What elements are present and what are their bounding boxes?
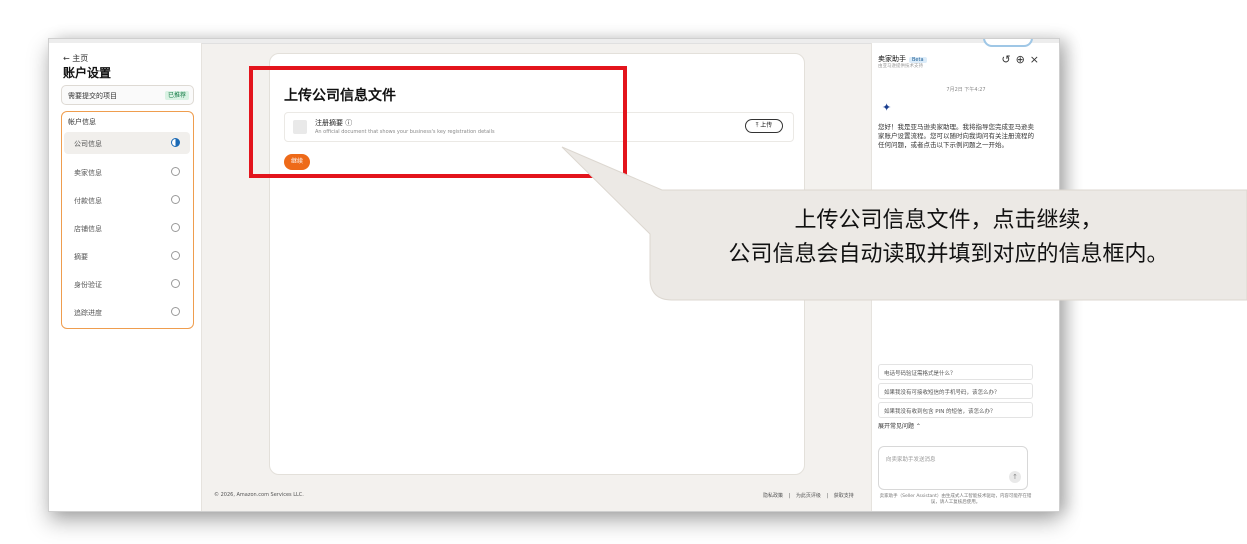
pending-items-label: 需要提交的项目 [68,92,117,100]
upload-title: 上传公司信息文件 [284,88,396,104]
assistant-disclaimer: 卖家助手（Seller Assistant）由生成式人工智能技术驱动，内容可能存… [879,494,1032,505]
document-icon [293,120,307,134]
expand-faq-toggle[interactable]: 展开常见问题 ⌃ [878,421,921,430]
assistant-title-text: 卖家助手 [878,55,906,63]
nav-item-label: 公司信息 [74,140,102,148]
nav-item-label: 身份验证 [74,281,102,289]
progress-empty-icon [171,195,180,204]
footer-separator: | [788,493,791,499]
footer-copyright: © 2026, Amazon.com Services LLC. [214,492,304,498]
send-arrow-icon[interactable]: ↑ [1009,471,1021,483]
page-title: 账户设置 [63,66,112,80]
top-pill-button[interactable] [983,39,1033,47]
assistant-message-input[interactable]: 向卖家助手发送消息 ↑ [878,446,1028,490]
back-to-home-link[interactable]: ← 主页 [63,53,88,64]
privacy-link[interactable]: 隐私政策 [763,493,783,499]
assistant-message: 您好！我是亚马逊卖家助理。我将指导您完成亚马逊卖家账户设置流程。您可以随时向我询… [878,123,1034,149]
continue-button[interactable]: 继续 [284,154,310,170]
nav-item-summary[interactable]: 摘要 [64,245,190,267]
message-timestamp: 7月2日 下午4:27 [946,87,986,93]
account-info-nav: 帐户信息 公司信息 卖家信息 付款信息 店铺信息 摘要 身份验证 追踪进度 [61,111,194,329]
nav-section-heading: 帐户信息 [68,118,96,126]
seller-assistant-panel: 卖家助手 Beta 由亚马逊提供技术支持 ↺⊕× 7月2日 下午4:27 ✦ 您好… [871,43,1059,511]
progress-half-icon [171,138,180,147]
history-icon[interactable]: ↺ [1001,53,1015,66]
nav-item-label: 摘要 [74,253,88,261]
close-icon[interactable]: × [1030,53,1044,66]
upload-button[interactable]: ⤒ 上传 [745,119,783,133]
callout-line-1: 上传公司信息文件，点击继续， [794,208,1103,233]
nav-item-label: 付款信息 [74,197,102,205]
callout-line-2: 公司信息会自动读取并填到对应的信息框内。 [728,242,1169,267]
input-placeholder: 向卖家助手发送消息 [886,457,936,463]
assistant-subtitle: 由亚马逊提供技术支持 [878,64,923,69]
nav-item-label: 卖家信息 [74,169,102,177]
nav-item-track-progress[interactable]: 追踪进度 [64,301,190,323]
rate-page-link[interactable]: 为此页评级 [796,493,821,499]
assistant-header-icons: ↺⊕× [1001,53,1044,66]
progress-empty-icon [171,223,180,232]
pending-items-box[interactable]: 需要提交的项目 已推荐 [61,85,194,105]
progress-empty-icon [171,167,180,176]
footer-separator: | [826,493,829,499]
left-sidebar: ← 主页 账户设置 需要提交的项目 已推荐 帐户信息 公司信息 卖家信息 付款信… [49,43,202,511]
nav-item-label: 店铺信息 [74,225,102,233]
nav-item-identity-verification[interactable]: 身份验证 [64,273,190,295]
sparkle-icon: ✦ [882,101,892,114]
nav-item-company-info[interactable]: 公司信息 [64,132,190,154]
nav-item-label: 追踪进度 [74,309,102,317]
document-description: An official document that shows your bus… [315,129,495,135]
suggestion-chip[interactable]: 如果我没有收到包含 PIN 的短信，该怎么办？ [878,402,1033,418]
nav-item-seller-info[interactable]: 卖家信息 [64,161,190,183]
nav-item-store-info[interactable]: 店铺信息 [64,217,190,239]
document-row: 注册摘要 ⓘ An official document that shows y… [284,112,794,142]
new-chat-icon[interactable]: ⊕ [1016,53,1030,66]
get-support-link[interactable]: 获取支持 [834,493,854,499]
suggestion-chip[interactable]: 电话号码验证需格式是什么？ [878,364,1033,380]
progress-empty-icon [171,251,180,260]
nav-item-payment-info[interactable]: 付款信息 [64,189,190,211]
progress-empty-icon [171,279,180,288]
footer-links: 隐私政策 | 为此页评级 | 获取支持 [763,492,858,499]
app-window: ← 主页 账户设置 需要提交的项目 已推荐 帐户信息 公司信息 卖家信息 付款信… [48,38,1060,512]
suggestion-chip[interactable]: 如果我没有可接收短信的手机号码，该怎么办？ [878,383,1033,399]
progress-empty-icon [171,307,180,316]
document-name: 注册摘要 ⓘ [315,119,353,127]
recommended-badge: 已推荐 [164,91,189,100]
